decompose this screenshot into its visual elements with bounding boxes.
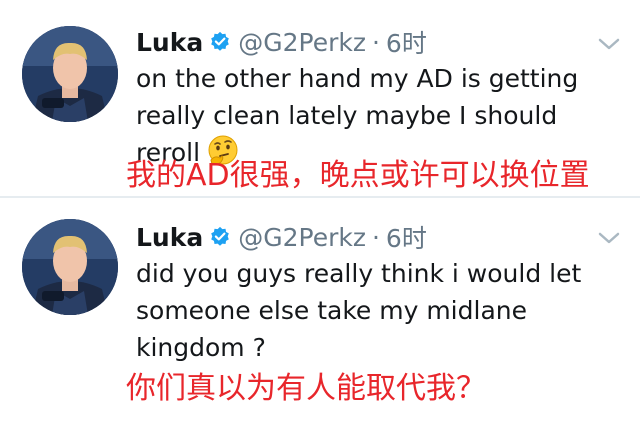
tweet[interactable]: Luka @G2Perkz · 6时 did you guys really t… [0, 197, 640, 427]
chevron-down-icon[interactable] [598, 37, 620, 51]
tweet-text: did you guys really think i would let so… [136, 255, 620, 366]
user-name[interactable]: Luka [136, 28, 203, 57]
avatar-photo [22, 26, 118, 122]
tweet-header: Luka @G2Perkz · 6时 [136, 24, 427, 60]
tweet[interactable]: Luka @G2Perkz · 6时 on the other hand my … [0, 0, 640, 197]
avatar[interactable] [22, 26, 118, 122]
avatar[interactable] [22, 219, 118, 315]
separator-dot: · [371, 27, 380, 57]
timestamp[interactable]: 6时 [386, 24, 427, 60]
verified-badge-icon [211, 226, 230, 246]
user-handle[interactable]: @G2Perkz [238, 223, 366, 252]
separator-dot: · [371, 222, 380, 252]
chevron-down-icon[interactable] [598, 231, 620, 245]
avatar-photo [22, 219, 118, 315]
timestamp[interactable]: 6时 [386, 219, 427, 255]
verified-badge-icon [211, 31, 230, 51]
caption-translation: 你们真以为有人能取代我？ [126, 371, 486, 406]
caption-translation: 我的AD很强，晚点或许可以换位置 [126, 158, 590, 193]
user-handle[interactable]: @G2Perkz [238, 28, 366, 57]
tweet-header: Luka @G2Perkz · 6时 [136, 219, 427, 255]
tweet-text-content: did you guys really think i would let so… [136, 259, 582, 362]
user-name[interactable]: Luka [136, 223, 203, 252]
